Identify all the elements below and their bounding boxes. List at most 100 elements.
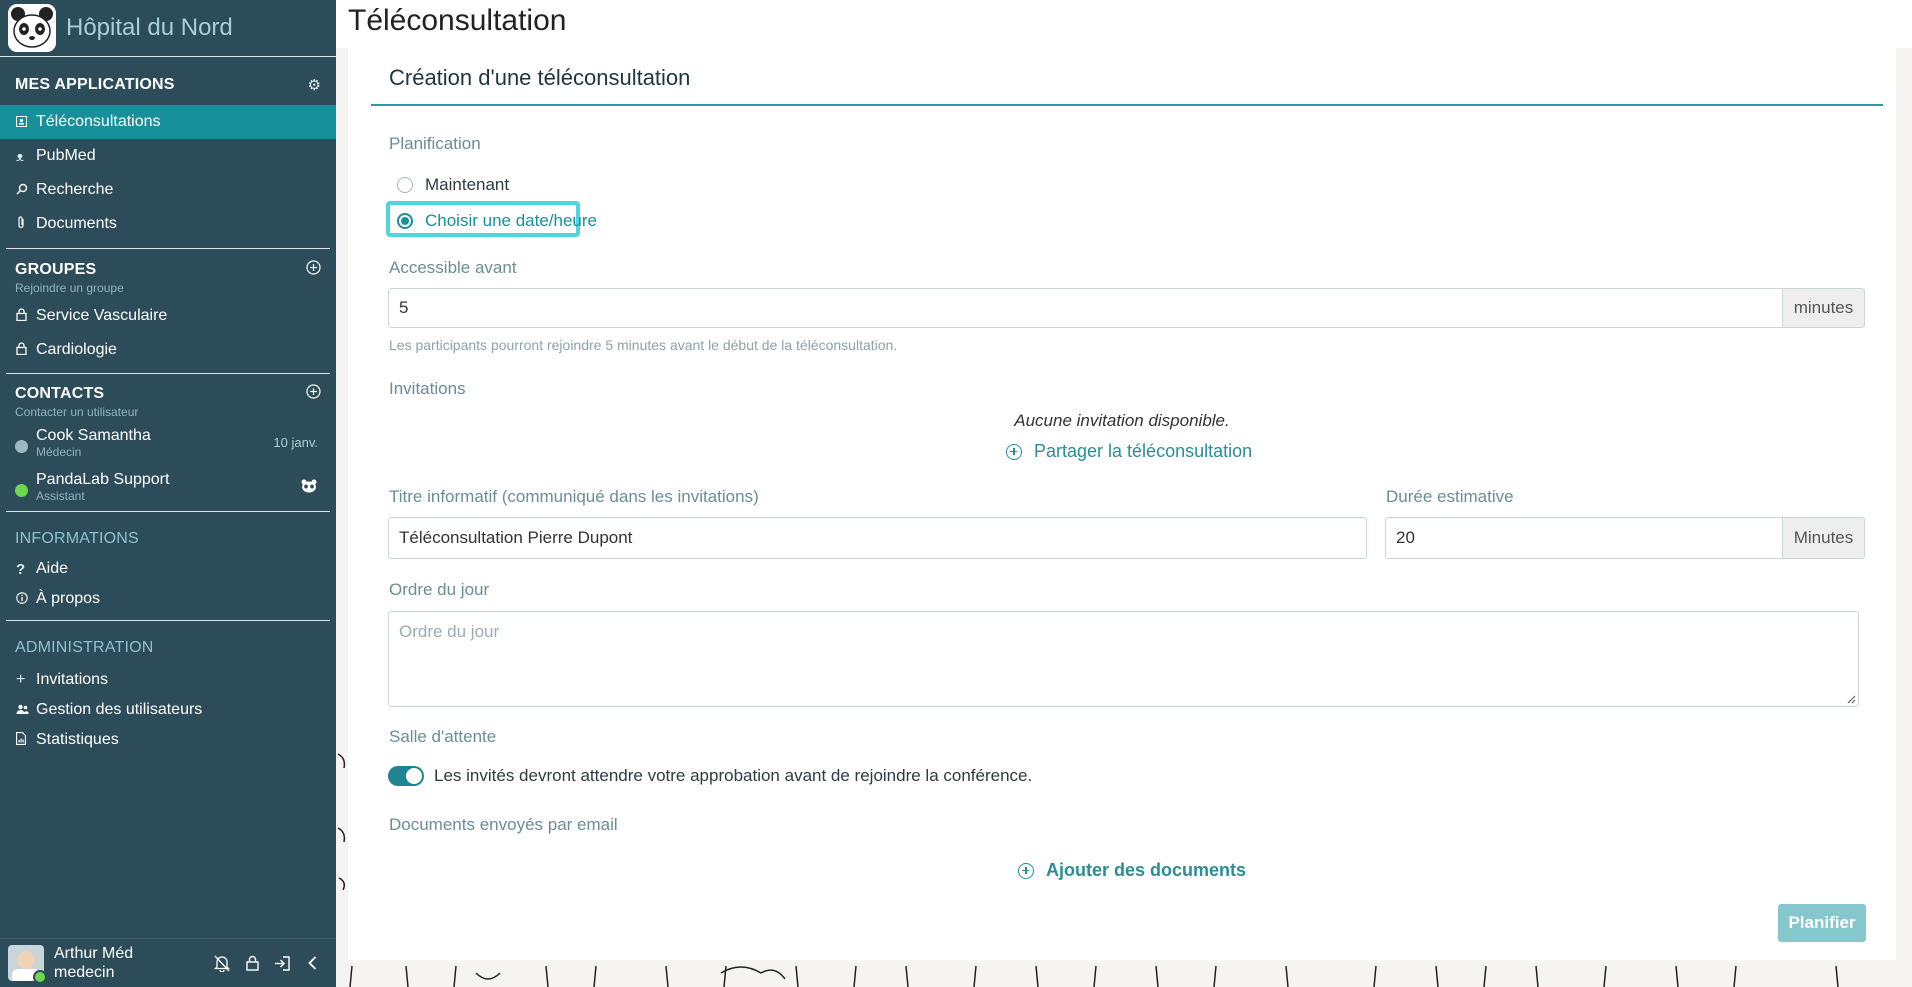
add-circle-icon: [1018, 862, 1034, 879]
sidebar-item-label: Documents: [36, 215, 117, 232]
contact-role: Médecin: [36, 445, 82, 459]
add-contact-icon[interactable]: [306, 384, 321, 404]
add-group-icon[interactable]: [306, 260, 321, 280]
sidebar-item-gestion-utilisateurs[interactable]: Gestion des utilisateurs: [0, 695, 336, 725]
sidebar-item-service-vasculaire[interactable]: Service Vasculaire: [0, 299, 336, 333]
sidebar-item-a-propos[interactable]: À propos: [0, 584, 336, 614]
sidebar-item-documents[interactable]: Documents: [0, 207, 336, 241]
user-role: medecin: [54, 964, 115, 981]
share-link-label: Partager la téléconsultation: [1034, 441, 1253, 461]
avatar[interactable]: [8, 945, 47, 984]
title-underline: [371, 104, 1883, 106]
groups-section-header: GROUPES: [0, 260, 336, 280]
add-documents-link[interactable]: Ajouter des documents: [1018, 860, 1246, 881]
divider: [6, 248, 330, 249]
sidebar-item-label: Cardiologie: [36, 341, 117, 358]
accessible-unit: minutes: [1782, 288, 1865, 328]
page-title: Téléconsultation: [348, 4, 567, 37]
accessible-label: Accessible avant: [389, 258, 517, 277]
sidebar-item-teleconsultations[interactable]: Téléconsultations: [0, 105, 336, 139]
planning-label: Planification: [389, 134, 481, 153]
divider: [6, 373, 330, 374]
radio-choose-datetime[interactable]: Choisir une date/heure: [397, 211, 597, 231]
user-name: Arthur Méd: [54, 945, 134, 962]
sidebar-item-label: Statistiques: [36, 731, 119, 748]
contact-last-seen: 10 janv.: [273, 435, 318, 450]
brand[interactable]: Hôpital du Nord: [0, 0, 336, 57]
status-dot: [15, 440, 28, 453]
sidebar-item-label: Recherche: [36, 181, 114, 198]
sidebar-item-label: Service Vasculaire: [36, 307, 168, 324]
admin-section-header: ADMINISTRATION: [0, 639, 336, 657]
add-circle-icon: [1006, 443, 1022, 460]
sidebar-item-invitations[interactable]: + Invitations: [0, 665, 336, 695]
question-icon: ?: [16, 560, 26, 578]
sidebar-item-pubmed[interactable]: ᴥ PubMed: [0, 139, 336, 173]
lock-icon[interactable]: [244, 954, 260, 972]
share-teleconsultation-link[interactable]: Partager la téléconsultation: [1006, 441, 1252, 462]
join-group-link[interactable]: Rejoindre un groupe: [0, 281, 336, 295]
radio-now[interactable]: Maintenant: [397, 175, 509, 195]
pubmed-icon: ᴥ: [16, 148, 24, 164]
contact-role: Assistant: [36, 489, 85, 503]
divider: [6, 620, 330, 621]
invitations-label: Invitations: [389, 379, 466, 398]
lock-icon: [16, 308, 36, 324]
sidebar-item-label: À propos: [36, 590, 101, 607]
logout-icon[interactable]: [274, 954, 290, 972]
sidebar-item-statistiques[interactable]: Statistiques: [0, 725, 336, 755]
sidebar-item-label: Gestion des utilisateurs: [36, 701, 203, 718]
bell-off-icon[interactable]: [214, 954, 230, 972]
contact-item[interactable]: PandaLab Support Assistant: [0, 465, 336, 509]
info-section-title: INFORMATIONS: [15, 530, 139, 547]
contacts-section-header: CONTACTS: [0, 384, 336, 404]
agenda-label: Ordre du jour: [389, 580, 490, 599]
info-icon: [16, 591, 36, 607]
duration-unit: Minutes: [1782, 517, 1865, 559]
panda-logo-icon: [8, 4, 56, 52]
users-icon: [16, 703, 36, 718]
documents-label: Documents envoyés par email: [389, 815, 618, 834]
waiting-room-label: Salle d'attente: [389, 727, 497, 746]
contact-user-link[interactable]: Contacter un utilisateur: [0, 405, 336, 419]
contact-item[interactable]: Cook Samantha Médecin 10 janv.: [0, 421, 336, 465]
sidebar-item-aide[interactable]: ? Aide: [0, 554, 336, 584]
radio-now-circle[interactable]: [397, 177, 413, 193]
waiting-room-text: Les invités devront attendre votre appro…: [434, 766, 1033, 785]
panda-icon: [300, 479, 318, 496]
contacts-section-title: CONTACTS: [15, 385, 105, 402]
planifier-button[interactable]: Planifier: [1778, 904, 1866, 942]
waiting-room-toggle[interactable]: [388, 766, 424, 786]
accessible-before-value: 5: [399, 298, 409, 317]
gear-icon[interactable]: ⚙: [308, 76, 321, 94]
radio-choose-circle[interactable]: [397, 213, 413, 229]
title-input-value: Téléconsultation Pierre Dupont: [399, 528, 633, 547]
accessible-before-input[interactable]: 5: [388, 288, 1783, 328]
contact-name: Cook Samantha: [36, 427, 151, 444]
paperclip-icon: [16, 216, 36, 232]
user-bar: Arthur Méd medecin: [0, 938, 336, 987]
radio-now-label: Maintenant: [425, 175, 510, 194]
sidebar-item-label: Aide: [36, 560, 69, 577]
sidebar-item-label: Invitations: [36, 671, 109, 688]
brand-title: Hôpital du Nord: [66, 14, 233, 41]
sidebar-item-cardiologie[interactable]: Cardiologie: [0, 333, 336, 367]
teleconsultation-form-card: Création d'une téléconsultation Planific…: [348, 48, 1896, 960]
header: Téléconsultation: [336, 0, 1912, 49]
duration-input[interactable]: 20: [1385, 517, 1783, 559]
collapse-sidebar-icon[interactable]: [304, 954, 320, 972]
divider: [6, 511, 330, 512]
sidebar-item-recherche[interactable]: Recherche: [0, 173, 336, 207]
status-dot: [15, 484, 28, 497]
user-info: Arthur Méd medecin: [54, 944, 133, 982]
agenda-placeholder: Ordre du jour: [399, 622, 500, 641]
radio-choose-label: Choisir une date/heure: [425, 211, 598, 230]
accessible-help-text: Les participants pourront rejoindre 5 mi…: [389, 337, 898, 353]
sidebar-item-label: PubMed: [36, 147, 96, 164]
title-input[interactable]: Téléconsultation Pierre Dupont: [388, 517, 1367, 559]
add-documents-label: Ajouter des documents: [1046, 860, 1247, 880]
sidebar: Hôpital du Nord MES APPLICATIONS ⚙ Téléc…: [0, 0, 336, 987]
title-field-label: Titre informatif (communiqué dans les in…: [389, 487, 759, 506]
resize-handle-icon[interactable]: [1846, 694, 1856, 704]
agenda-textarea[interactable]: Ordre du jour: [388, 611, 1859, 707]
